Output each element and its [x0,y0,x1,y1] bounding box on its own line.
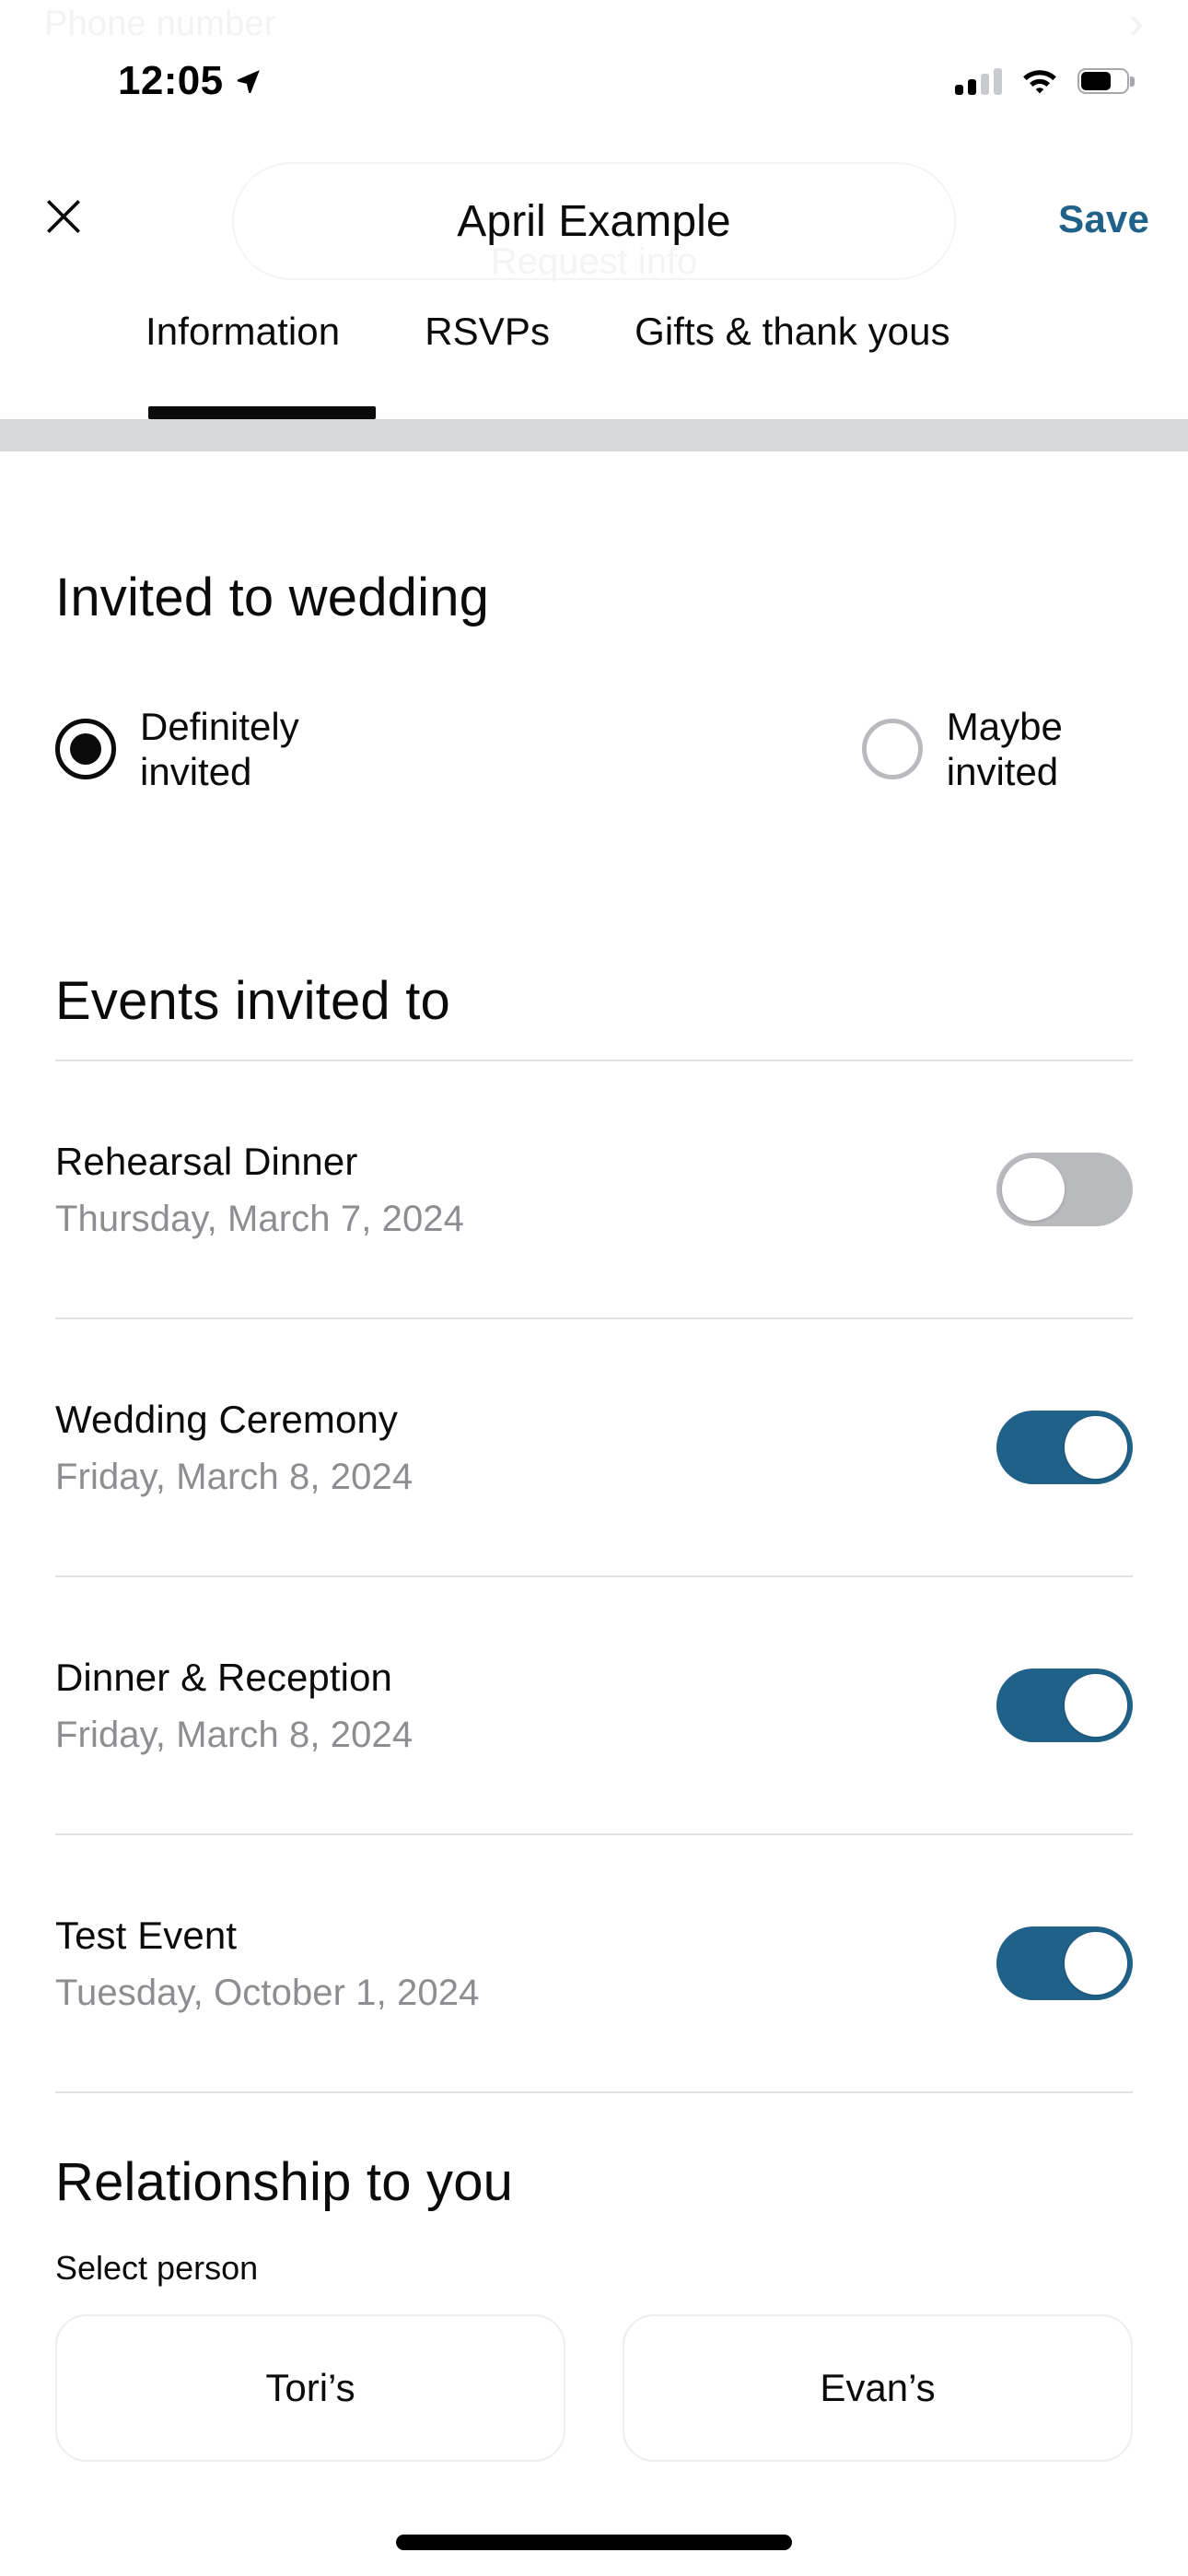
status-bar-left: 12:05 [118,58,262,104]
save-button[interactable]: Save [1058,197,1149,241]
event-date: Friday, March 8, 2024 [55,1714,413,1755]
radio-label-maybe-invited: Maybe invited [947,704,1063,794]
guest-name-value: April Example [457,196,731,246]
select-person-label: Select person [55,2249,259,2287]
tab-bar: Information RSVPs Gifts & thank yous [0,310,1188,420]
toggle-knob [1065,1674,1127,1737]
relationship-to-you-heading: Relationship to you [55,2152,514,2212]
status-bar-clock: 12:05 [118,58,224,103]
radio-label-line-1: Maybe [946,705,1063,748]
radio-option-maybe-invited[interactable]: Maybe invited [861,704,1063,794]
event-info: Rehearsal Dinner Thursday, March 7, 2024 [55,1140,464,1240]
event-date: Friday, March 8, 2024 [55,1456,413,1497]
status-bar-right [955,67,1135,95]
invited-to-wedding-radio-group: Definitely invited Maybe invited [55,704,1142,794]
person-card-tori[interactable]: Tori’s [55,2314,565,2462]
radio-option-definitely-invited[interactable]: Definitely invited [55,704,299,794]
radio-label-definitely-invited: Definitely invited [140,704,299,794]
events-list: Rehearsal Dinner Thursday, March 7, 2024… [0,1060,1188,2093]
person-card-evan[interactable]: Evan’s [623,2314,1133,2462]
event-invite-toggle[interactable] [996,1669,1133,1742]
person-selector: Tori’s Evan’s [55,2314,1133,2462]
chevron-right-icon: › [1129,0,1144,48]
table-row[interactable]: Dinner & Reception Friday, March 8, 2024 [0,1577,1188,1833]
toggle-knob [1065,1416,1127,1479]
event-info: Wedding Ceremony Friday, March 8, 2024 [55,1398,413,1498]
guest-name-field[interactable]: April Example Request info [232,162,956,282]
event-name: Wedding Ceremony [55,1397,399,1441]
table-row[interactable]: Test Event Tuesday, October 1, 2024 [0,1835,1188,2091]
person-card-label: Tori’s [265,2366,355,2409]
event-info: Test Event Tuesday, October 1, 2024 [55,1914,479,2014]
toggle-knob [1002,1158,1065,1221]
battery-icon [1077,68,1135,94]
event-invite-toggle[interactable] [996,1411,1133,1484]
tab-gifts-and-thank-yous[interactable]: Gifts & thank yous [635,310,950,354]
ghost-request-info-label: Request info [490,241,698,282]
cellular-signal-icon [955,67,1002,95]
events-invited-to-heading: Events invited to [55,971,450,1031]
event-invite-toggle[interactable] [996,1153,1133,1226]
event-name: Test Event [55,1913,238,1957]
radio-label-line-2: invited [140,750,252,794]
radio-label-line-1: Definitely [140,705,299,748]
wifi-icon [1023,70,1056,94]
event-name: Rehearsal Dinner [55,1139,358,1183]
person-card-label: Evan’s [820,2366,936,2409]
status-bar: 12:05 [0,48,1188,114]
radio-selected-icon [55,719,116,780]
invited-to-wedding-heading: Invited to wedding [55,568,490,627]
ghost-phone-number-row: Phone number › [0,0,1188,48]
location-arrow-icon [237,70,260,94]
toggle-knob [1065,1932,1127,1995]
event-info: Dinner & Reception Friday, March 8, 2024 [55,1656,413,1756]
home-indicator[interactable] [396,2535,792,2550]
table-row[interactable]: Wedding Ceremony Friday, March 8, 2024 [0,1319,1188,1575]
radio-label-line-2: invited [946,750,1059,794]
tab-information[interactable]: Information [146,310,340,354]
tab-bar-divider [0,419,1188,451]
event-name: Dinner & Reception [55,1655,392,1699]
close-button[interactable] [33,186,94,247]
active-tab-indicator [148,406,376,419]
event-date: Tuesday, October 1, 2024 [55,1972,480,2013]
tab-rsvps[interactable]: RSVPs [425,310,550,354]
navigation-bar: April Example Request info Save [0,157,1188,282]
list-divider [55,2091,1133,2093]
event-invite-toggle[interactable] [996,1926,1133,2000]
event-date: Thursday, March 7, 2024 [55,1198,464,1239]
radio-unselected-icon [861,719,923,780]
app-screen: Phone number › 12:05 April Example Reque… [0,0,1188,2576]
ghost-phone-number-label: Phone number [44,4,276,43]
close-x-icon [47,200,80,233]
table-row[interactable]: Rehearsal Dinner Thursday, March 7, 2024 [0,1061,1188,1317]
